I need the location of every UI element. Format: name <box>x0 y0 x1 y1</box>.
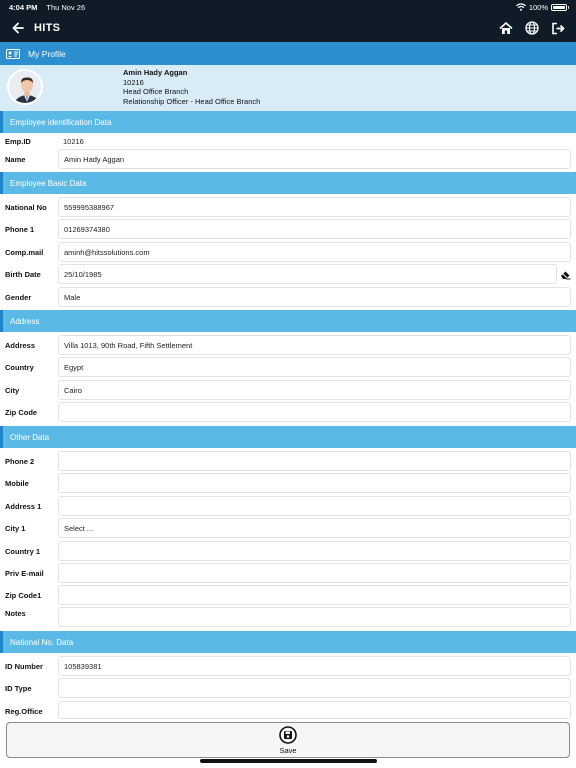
battery-percent: 100% <box>528 2 548 12</box>
city1-label: City 1 <box>5 524 26 533</box>
priv-email-field[interactable] <box>58 563 571 583</box>
zip-code-label: Zip Code <box>5 408 38 417</box>
section-address: Address <box>0 310 576 332</box>
section-other: Other Data <box>0 426 576 448</box>
profile-text: Amin Hady Aggan 10216 Head Office Branch… <box>123 68 260 106</box>
status-date: Thu Nov 26 <box>46 2 86 12</box>
zip-code1-label: Zip Code1 <box>5 591 42 600</box>
national-no-label: National No <box>5 203 47 212</box>
comp-mail-field[interactable]: aminh@hitssolutions.com <box>58 242 571 262</box>
id-number-label: ID Number <box>5 662 43 671</box>
arrow-left-icon[interactable] <box>10 20 26 36</box>
profile-id: 10216 <box>123 77 144 87</box>
app-title: HITS <box>34 22 61 34</box>
home-indicator[interactable] <box>200 759 377 763</box>
notes-label: Notes <box>5 609 26 618</box>
status-bar: 4:04 PM Thu Nov 26 100% <box>0 0 576 14</box>
reg-office-field[interactable] <box>58 701 571 719</box>
city-field[interactable]: Cairo <box>58 380 571 400</box>
country1-field[interactable] <box>58 541 571 561</box>
id-number-field[interactable]: 105839381 <box>58 656 571 676</box>
gender-field[interactable]: Male <box>58 287 571 307</box>
address-field[interactable]: Villa 1013, 90th Road, Fifth Settlement <box>58 335 571 355</box>
address-label: Address <box>5 341 36 350</box>
globe-icon[interactable] <box>524 20 540 36</box>
city1-select[interactable]: Select ... <box>58 518 571 538</box>
wifi-icon <box>515 3 526 11</box>
country-label: Country <box>5 363 34 372</box>
status-time: 4:04 PM <box>9 2 38 12</box>
emp-id-field: 10216 <box>58 133 571 149</box>
nav-bar: HITS <box>0 14 576 42</box>
city-label: City <box>5 386 20 395</box>
save-icon <box>279 725 297 744</box>
comp-mail-label: Comp.mail <box>5 248 44 257</box>
city-value: Cairo <box>64 385 82 395</box>
profile-header-title: My Profile <box>28 48 66 59</box>
id-type-label: ID Type <box>5 684 32 693</box>
id-type-field[interactable] <box>58 678 571 698</box>
gender-value: Male <box>64 292 81 302</box>
name-label: Name <box>5 155 26 164</box>
address1-field[interactable] <box>58 496 571 516</box>
address-value: Villa 1013, 90th Road, Fifth Settlement <box>64 340 193 350</box>
gender-label: Gender <box>5 293 32 302</box>
birth-date-field[interactable]: 25/10/1985 <box>58 264 557 284</box>
profile-position: Relationship Officer - Head Office Branc… <box>123 96 261 106</box>
phone1-field[interactable]: 01269374380 <box>58 219 571 239</box>
name-field[interactable]: Amin Hady Aggan <box>58 149 571 169</box>
section-employee-identification: Employee identification Data <box>0 111 576 133</box>
section-national: National No. Data <box>0 631 576 653</box>
id-number-value: 105839381 <box>64 661 102 671</box>
person-photo-icon <box>9 71 41 103</box>
save-button[interactable]: Save <box>6 722 570 758</box>
profile-name: Amin Hady Aggan <box>123 68 188 77</box>
country-value: Egypt <box>64 362 84 372</box>
mobile-label: Mobile <box>5 479 29 488</box>
national-no-value: 559995388967 <box>64 202 115 212</box>
name-value: Amin Hady Aggan <box>64 154 125 164</box>
emp-id-label: Emp.ID <box>5 137 31 146</box>
birth-date-label: Birth Date <box>5 270 41 279</box>
notes-field[interactable] <box>58 607 571 627</box>
profile-header: My Profile <box>0 42 576 65</box>
priv-email-label: Priv E-mail <box>5 569 44 578</box>
country1-label: Country 1 <box>5 547 41 556</box>
profile-info: Amin Hady Aggan 10216 Head Office Branch… <box>0 65 576 111</box>
profile-branch: Head Office Branch <box>123 87 189 96</box>
national-no-field[interactable]: 559995388967 <box>58 197 571 217</box>
phone2-label: Phone 2 <box>5 457 35 466</box>
eraser-icon[interactable] <box>560 269 571 280</box>
emp-id-value: 10216 <box>63 136 84 146</box>
avatar <box>7 69 43 105</box>
address1-label: Address 1 <box>5 502 42 511</box>
reg-office-label: Reg.Office <box>5 707 43 716</box>
zip-code1-field[interactable] <box>58 585 571 605</box>
zip-code-field[interactable] <box>58 402 571 422</box>
comp-mail-value: aminh@hitssolutions.com <box>64 247 150 257</box>
logout-icon[interactable] <box>550 20 566 36</box>
section-employee-basic: Employee Basic Data <box>0 172 576 194</box>
birth-date-value: 25/10/1985 <box>64 269 102 279</box>
country-field[interactable]: Egypt <box>58 357 571 377</box>
phone1-label: Phone 1 <box>5 225 35 234</box>
mobile-field[interactable] <box>58 473 571 493</box>
id-card-icon <box>6 48 20 59</box>
city1-value: Select ... <box>64 523 94 533</box>
battery-icon <box>551 3 569 11</box>
phone2-field[interactable] <box>58 451 571 471</box>
save-label: Save <box>279 745 297 755</box>
home-icon[interactable] <box>498 20 514 36</box>
phone1-value: 01269374380 <box>64 224 110 234</box>
